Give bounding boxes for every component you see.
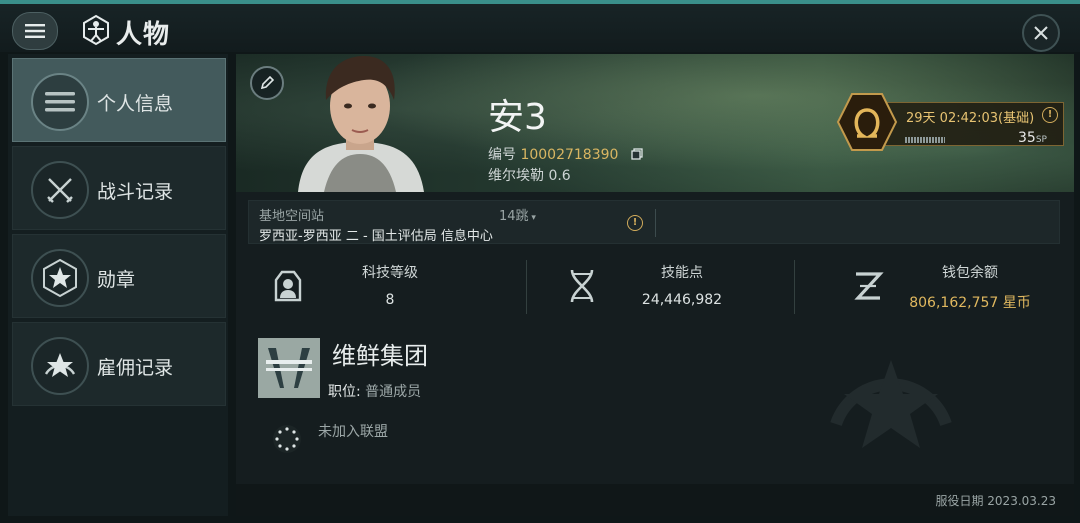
- menu-icon: [25, 24, 45, 38]
- sidebar-item-employment[interactable]: 雇佣记录: [12, 322, 226, 406]
- main-panel: 安3 编号 10002718390 维尔埃勒 0.6 29天 02:42:03(…: [236, 54, 1074, 516]
- divider: [794, 260, 795, 314]
- isk-icon: [854, 272, 884, 300]
- sidebar-item-label: 雇佣记录: [97, 357, 174, 379]
- sidebar-item-profile[interactable]: 个人信息: [12, 58, 226, 142]
- character-id-row: 编号 10002718390: [488, 144, 643, 164]
- close-icon: [1034, 26, 1048, 40]
- sidebar-item-label: 勋章: [97, 269, 136, 291]
- stat-wallet: 钱包余额 806,162,757 星币: [848, 260, 1068, 316]
- avatar: [298, 56, 424, 192]
- dna-icon: [570, 269, 594, 303]
- stat-label: 科技等级: [362, 265, 418, 281]
- home-station[interactable]: 基地空间站 14跳 ▾ 罗西亚-罗西亚 二 - 国土评估局 信息中心 !: [248, 200, 1060, 244]
- star-hexagon-icon: [31, 249, 89, 307]
- station-label: 基地空间站: [259, 209, 325, 224]
- wallet-balance: 806,162,757 星币: [909, 295, 1031, 311]
- stat-skill-points: 技能点 24,446,982: [562, 260, 822, 316]
- copy-icon[interactable]: [631, 148, 643, 160]
- corp-logo[interactable]: [258, 338, 320, 398]
- footer: 服役日期 2023.03.23: [236, 484, 1074, 516]
- star-laurel-icon: [31, 337, 89, 395]
- tech-level-icon: [274, 270, 302, 302]
- stat-tech-level: 科技等级 8: [268, 260, 528, 316]
- corp-position: 职位: 普通成员: [328, 384, 422, 400]
- list-icon: [31, 73, 89, 131]
- character-id: 10002718390: [520, 147, 619, 163]
- edit-icon: [260, 76, 274, 90]
- divider: [526, 260, 527, 314]
- omega-timer: 29天 02:42:03(基础): [906, 111, 1035, 126]
- corp-name[interactable]: 维鲜集团: [332, 336, 428, 371]
- character-name: 安3: [488, 97, 547, 138]
- page-title: 人物: [116, 20, 171, 50]
- header-bar: 人物: [0, 4, 1080, 52]
- alliance-icon: [273, 425, 301, 453]
- close-button[interactable]: [1022, 14, 1060, 52]
- sp-value: 35SP: [1018, 130, 1047, 146]
- info-icon[interactable]: !: [1042, 107, 1058, 123]
- omega-icon: [836, 93, 898, 151]
- vitruvian-icon: [83, 14, 109, 46]
- sidebar-item-label: 个人信息: [97, 93, 174, 115]
- stat-value: 8: [385, 292, 395, 308]
- sidebar-item-label: 战斗记录: [97, 181, 174, 203]
- menu-button[interactable]: [12, 12, 58, 50]
- sp-progress-bar: [905, 137, 945, 143]
- sidebar: 个人信息 战斗记录 勋章 雇佣记录: [8, 54, 228, 516]
- stat-value: 24,446,982: [641, 292, 723, 308]
- crossed-swords-icon: [31, 161, 89, 219]
- edit-button[interactable]: [250, 66, 284, 100]
- sidebar-item-combat-log[interactable]: 战斗记录: [12, 146, 226, 230]
- security-status: 维尔埃勒 0.6: [488, 168, 571, 184]
- stat-label: 钱包余额: [942, 265, 998, 281]
- station-info-icon[interactable]: !: [627, 215, 643, 231]
- divider: [655, 209, 656, 237]
- alliance-status: 未加入联盟: [318, 424, 388, 440]
- station-jumps: 14跳 ▾: [499, 209, 536, 224]
- station-name: 罗西亚-罗西亚 二 - 国土评估局 信息中心: [259, 229, 493, 244]
- id-label: 编号: [488, 147, 516, 163]
- service-date: 服役日期 2023.03.23: [935, 494, 1056, 508]
- sidebar-item-medals[interactable]: 勋章: [12, 234, 226, 318]
- star-laurel-watermark-icon: [830, 360, 952, 448]
- stat-label: 技能点: [661, 265, 703, 281]
